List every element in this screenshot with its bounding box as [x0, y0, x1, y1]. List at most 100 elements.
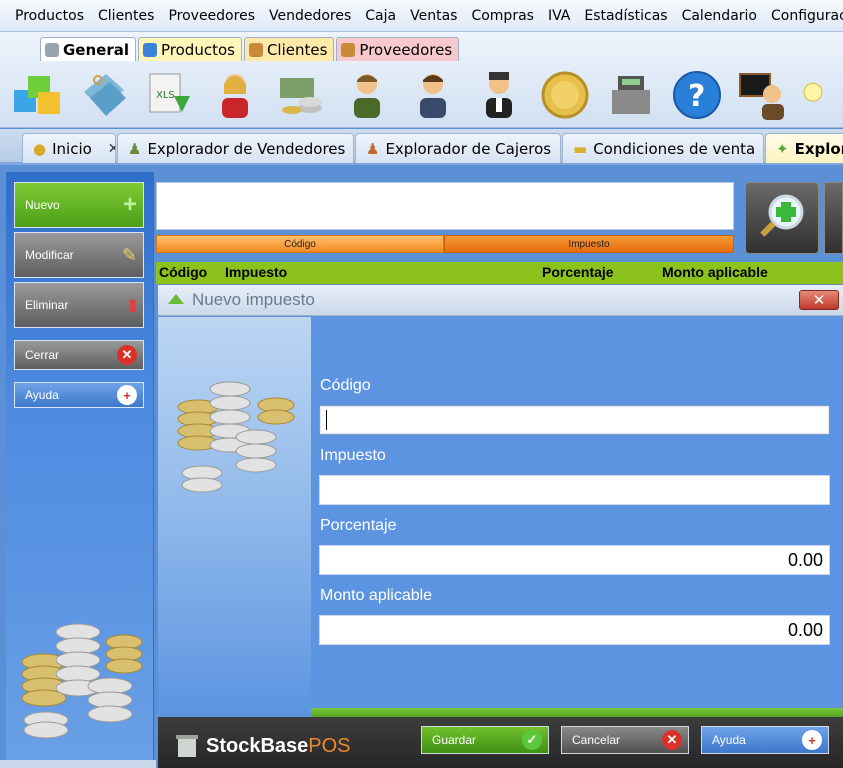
pencil-icon: ✎ — [121, 244, 137, 265]
woman-user-icon[interactable] — [204, 65, 266, 125]
ribbon-tab-general[interactable]: General — [40, 37, 136, 61]
user-icon — [341, 42, 356, 57]
money-stack-icon[interactable] — [270, 65, 332, 125]
menu-productos[interactable]: Productos — [8, 8, 91, 24]
sort-codigo[interactable]: Código — [156, 235, 444, 253]
porcentaje-label: Porcentaje — [320, 517, 397, 534]
tags-icon[interactable] — [72, 65, 134, 125]
dialog-title: Nuevo impuesto — [192, 290, 315, 309]
dialog-title-bar: Nuevo impuesto ✕ — [158, 285, 843, 316]
svg-text:XLS: XLS — [156, 90, 175, 101]
nuevo-impuesto-dialog: Nuevo impuesto ✕ Código Impuesto Porcent… — [157, 284, 843, 768]
menu-configuracion[interactable]: Configuración — [764, 8, 843, 24]
svg-text:?: ? — [688, 79, 705, 114]
user-icon: ♟ — [128, 139, 142, 158]
menu-clientes[interactable]: Clientes — [91, 8, 161, 24]
sort-bar: Código Impuesto — [156, 235, 734, 253]
ayuda-button[interactable]: Ayuda + — [14, 382, 144, 408]
button-label: Cerrar — [25, 348, 60, 362]
menu-compras[interactable]: Compras — [464, 8, 541, 24]
column-codigo[interactable]: Código — [159, 264, 207, 280]
gold-coin-icon[interactable] — [534, 65, 596, 125]
ribbon-tab-label: Proveedores — [359, 40, 453, 59]
tab-explorador-impuestos[interactable]: ✦ Explor — [765, 133, 843, 163]
column-impuesto[interactable]: Impuesto — [225, 264, 287, 280]
tab-label: Explor — [794, 139, 843, 158]
help-plus-icon: + — [802, 730, 822, 750]
trash-icon — [45, 42, 59, 57]
sort-impuesto[interactable]: Impuesto — [444, 235, 734, 253]
nuevo-button[interactable]: Nuevo + — [14, 182, 144, 228]
eliminar-button[interactable]: Eliminar ▮ — [14, 282, 144, 328]
button-label: Ayuda — [25, 388, 59, 402]
monto-aplicable-field[interactable]: 0.00 — [319, 615, 830, 645]
text-caret — [326, 410, 327, 430]
boxes-icon[interactable] — [6, 65, 68, 125]
search-secondary-button[interactable] — [824, 182, 843, 254]
ribbon-tab-label: General — [63, 40, 129, 59]
help-plus-icon: + — [117, 385, 137, 405]
dialog-ayuda-button[interactable]: Ayuda + — [701, 726, 829, 754]
menu-iva[interactable]: IVA — [541, 8, 577, 24]
coins-stack-icon — [177, 381, 295, 493]
menu-caja[interactable]: Caja — [358, 8, 403, 24]
teacher-icon[interactable] — [732, 65, 794, 125]
menu-ventas[interactable]: Ventas — [403, 8, 464, 24]
ribbon-tab-productos[interactable]: Productos — [138, 37, 242, 61]
codigo-label: Código — [320, 377, 371, 394]
menu-vendedores[interactable]: Vendedores — [262, 8, 358, 24]
tab-condiciones-venta[interactable]: ▬ Condiciones de venta ✕ — [562, 133, 764, 163]
impuesto-field[interactable] — [319, 475, 830, 505]
brand-logo: StockBasePOS — [176, 733, 351, 759]
tab-label: Explorador de Cajeros — [385, 139, 552, 158]
tab-explorador-vendedores[interactable]: ♟ Explorador de Vendedores ✕ — [117, 133, 354, 163]
money-icon: ✦ — [776, 139, 789, 158]
close-icon[interactable]: ✕ — [108, 141, 115, 157]
coins-stack-icon — [21, 623, 143, 739]
tab-explorador-cajeros[interactable]: ♟ Explorador de Cajeros ✕ — [355, 133, 561, 163]
search-add-button[interactable] — [745, 182, 819, 254]
ribbon-icons: XLS ? — [6, 65, 828, 125]
grid-header: Código Impuesto Porcentaje Monto aplicab… — [156, 262, 843, 284]
menu-estadisticas[interactable]: Estadísticas — [577, 8, 674, 24]
porcentaje-field[interactable]: 0.00 — [319, 545, 830, 575]
button-label: Cancelar — [572, 733, 621, 747]
button-label: Guardar — [432, 733, 477, 747]
cancelar-button[interactable]: Cancelar ✕ — [561, 726, 689, 754]
cashier-icon[interactable] — [402, 65, 464, 125]
menu-calendario[interactable]: Calendario — [675, 8, 764, 24]
help-icon[interactable]: ? — [666, 65, 728, 125]
waiter-icon[interactable] — [468, 65, 530, 125]
guardar-button[interactable]: Guardar ✓ — [421, 726, 549, 754]
ribbon-tab-proveedores[interactable]: Proveedores — [336, 37, 460, 61]
man-user-icon[interactable] — [336, 65, 398, 125]
dynamite-icon: ▮ — [128, 297, 137, 314]
button-label: Nuevo — [25, 198, 60, 212]
tab-label: Explorador de Vendedores — [147, 139, 346, 158]
menu-proveedores[interactable]: Proveedores — [161, 8, 262, 24]
brand-name: StockBase — [206, 734, 309, 757]
column-porcentaje[interactable]: Porcentaje — [542, 264, 614, 280]
impuesto-label: Impuesto — [320, 447, 386, 464]
cash-register-icon[interactable] — [600, 65, 662, 125]
document-tabs: ● Inicio ✕ ♟ Explorador de Vendedores ✕ … — [0, 129, 843, 165]
excel-export-icon[interactable]: XLS — [138, 65, 200, 125]
status-strip — [0, 760, 156, 768]
search-input[interactable] — [156, 182, 734, 230]
money-icon — [168, 294, 184, 304]
lightbulb-icon[interactable] — [798, 65, 828, 125]
dialog-footer: StockBasePOS Guardar ✓ Cancelar ✕ Ayuda … — [158, 717, 843, 768]
dialog-close-button[interactable]: ✕ — [799, 290, 839, 310]
tab-inicio[interactable]: ● Inicio ✕ — [22, 133, 116, 163]
ribbon-tab-clientes[interactable]: Clientes — [243, 37, 335, 61]
check-icon: ✓ — [522, 730, 542, 750]
money-icon: ▬ — [573, 139, 588, 158]
button-label: Ayuda — [712, 733, 746, 747]
brand-suffix: POS — [308, 734, 351, 757]
column-monto-aplicable[interactable]: Monto aplicable — [662, 264, 768, 280]
modificar-button[interactable]: Modificar ✎ — [14, 232, 144, 278]
codigo-field[interactable] — [319, 405, 830, 435]
cerrar-button[interactable]: Cerrar ✕ — [14, 340, 144, 370]
close-circle-icon: ✕ — [662, 730, 682, 750]
user-icon — [248, 42, 263, 57]
